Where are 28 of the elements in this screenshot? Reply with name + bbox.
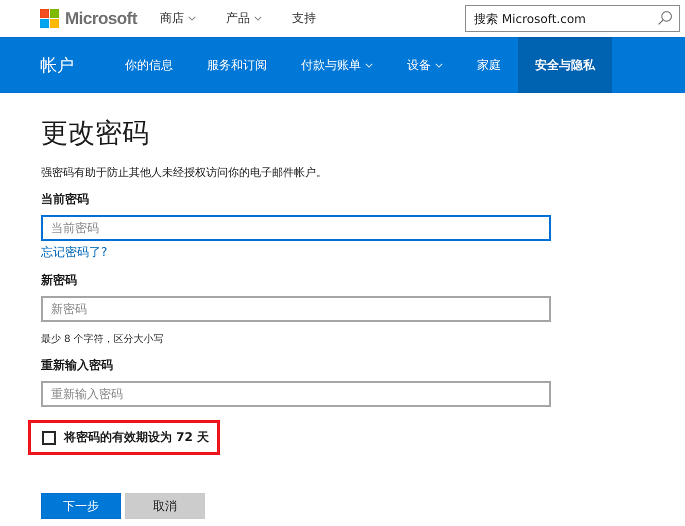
account-tab[interactable]: 安全与隐私 [518, 37, 612, 93]
field-label: 当前密码 [41, 191, 90, 208]
nav-link[interactable]: 支持 [292, 10, 316, 27]
page-title: 更改密码 [41, 117, 150, 149]
cancel-button[interactable]: 取消 [125, 493, 205, 519]
checkbox-label[interactable]: 将密码的有效期设为 72 天 [64, 429, 210, 446]
account-tab[interactable]: 服务和订阅 [190, 37, 284, 93]
account-title[interactable]: 帐户 [40, 37, 74, 93]
hint-text: 最少 8 个字符，区分大小写 [41, 332, 165, 346]
nav-link[interactable]: 商店 [160, 10, 196, 27]
password-field[interactable]: 当前密码 [41, 215, 551, 241]
field-label: 重新输入密码 [41, 357, 114, 374]
account-tab[interactable]: 你的信息 [108, 37, 190, 93]
password-field[interactable]: 重新输入密码 [41, 381, 551, 407]
logo-icon [40, 8, 60, 28]
description-text: 强密码有助于防止其他人未经授权访问你的电子邮件帐户。 [41, 165, 328, 180]
next-button[interactable]: 下一步 [41, 493, 121, 519]
search-field[interactable]: 搜索 Microsoft.com [465, 5, 680, 32]
forgot-password-link[interactable]: 忘记密码了? [41, 244, 108, 261]
password-field[interactable]: 新密码 [41, 296, 551, 322]
checkbox[interactable] [42, 430, 56, 444]
field-label: 新密码 [41, 272, 78, 289]
nav-link[interactable]: 产品 [226, 10, 262, 27]
search-icon[interactable] [657, 10, 673, 26]
logo-text[interactable]: Microsoft [65, 8, 137, 28]
account-tab[interactable]: 设备 [390, 37, 460, 93]
account-tab[interactable]: 家庭 [460, 37, 518, 93]
account-tab[interactable]: 付款与账单 [284, 37, 390, 93]
